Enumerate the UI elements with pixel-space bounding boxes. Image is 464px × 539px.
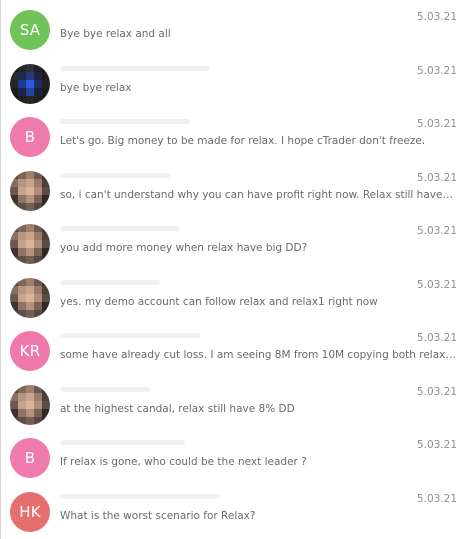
message-preview: yes. my demo account can follow relax an… (60, 295, 378, 308)
avatar-initials: HK (19, 502, 41, 521)
message-date: 5.03.21 (416, 171, 457, 184)
message-preview: Let's go. Big money to be made for relax… (60, 135, 426, 147)
sender-name-redacted (60, 493, 220, 499)
chat-row[interactable]: 5.03.21 at the highest candal, relax stil… (1, 375, 463, 428)
avatar-initials: KR (19, 342, 41, 360)
message-date: 5.03.21 (416, 332, 457, 344)
chat-row[interactable]: B 5.03.21 Let's go. Big money to be made f… (1, 107, 463, 160)
message-preview: you add more money when relax have big D… (60, 242, 308, 254)
sender-name-redacted (60, 440, 185, 445)
message-preview: Bye bye relax and all (60, 28, 171, 40)
avatar: SA (10, 10, 50, 50)
message-preview: If relax is gone, who could be the next … (60, 456, 307, 468)
chat-row[interactable]: 5.03.21 so, i can't understand why you ca… (1, 161, 463, 214)
message-date: 5.03.21 (416, 439, 457, 451)
chat-row[interactable]: HK 5.03.21 What is the worst scenario for … (1, 482, 463, 535)
avatar-pixelated-icon (10, 63, 50, 104)
chat-row[interactable]: 5.03.21 yes. my demo account can follow r… (1, 268, 463, 321)
avatar: HK (10, 491, 50, 532)
message-date: 5.03.21 (416, 118, 457, 130)
sender-name-redacted (60, 279, 160, 285)
chat-row[interactable]: SA 5.03.21 Bye bye relax and all (1, 0, 463, 53)
chat-row[interactable]: KR 5.03.21 some have already cut loss. I a… (1, 321, 463, 374)
message-date: 5.03.21 (416, 385, 457, 398)
avatar-photo (10, 170, 50, 211)
chat-row[interactable]: B 5.03.21 If relax is gone, who could be t… (1, 428, 463, 481)
avatar-initials: B (24, 128, 36, 146)
sender-name-redacted (60, 172, 170, 178)
avatar-initials: B (24, 449, 36, 467)
message-date: 5.03.21 (416, 278, 457, 291)
avatar: B (10, 117, 50, 157)
avatar: KR (10, 331, 50, 371)
sender-name-redacted (60, 226, 180, 231)
message-preview: so, i can't understand why you can have … (60, 188, 456, 201)
chat-list: SA 5.03.21 Bye bye relax and all 5.03.21 bye… (0, 0, 464, 539)
message-preview: some have already cut loss. I am seeing … (60, 349, 456, 361)
message-date: 5.03.21 (416, 225, 457, 237)
message-preview: bye bye relax (60, 81, 132, 94)
avatar-photo (10, 277, 50, 318)
sender-name-redacted (60, 333, 200, 338)
avatar-photo (10, 384, 50, 425)
sender-name-redacted (60, 119, 190, 124)
avatar: B (10, 438, 50, 478)
message-date: 5.03.21 (416, 11, 457, 23)
sender-name-redacted (60, 386, 150, 392)
avatar-photo (10, 224, 50, 264)
message-date: 5.03.21 (416, 492, 457, 505)
sender-name-redacted (60, 65, 210, 71)
avatar-initials: SA (19, 21, 41, 39)
chat-row[interactable]: 5.03.21 bye bye relax (1, 54, 463, 107)
message-preview: at the highest candal, relax still have … (60, 402, 295, 415)
message-date: 5.03.21 (416, 64, 457, 77)
message-preview: What is the worst scenario for Relax? (60, 509, 256, 522)
chat-row[interactable]: 5.03.21 you add more money when relax hav… (1, 214, 463, 267)
